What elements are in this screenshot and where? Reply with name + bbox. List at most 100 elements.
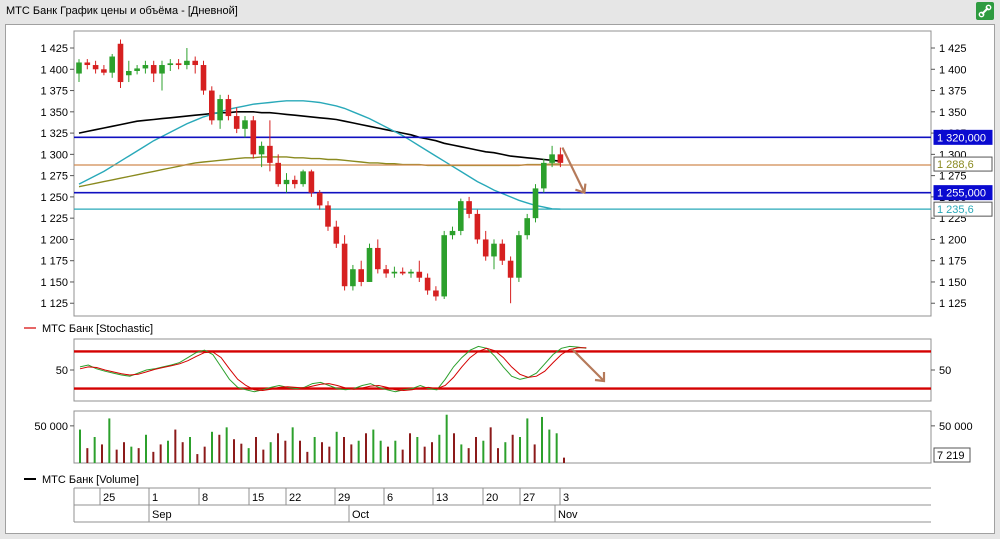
candle-body bbox=[532, 188, 539, 219]
volume-bar bbox=[269, 442, 272, 463]
volume-bar bbox=[262, 449, 265, 463]
candle-body bbox=[192, 60, 198, 66]
candle-body bbox=[383, 269, 389, 274]
stochastic-pane bbox=[73, 338, 932, 402]
volume-bar bbox=[365, 433, 367, 463]
candle-body bbox=[92, 65, 99, 70]
date-day-label: 22 bbox=[289, 492, 301, 504]
date-day-label: 13 bbox=[436, 492, 448, 504]
volume-bar bbox=[196, 454, 199, 463]
volume-bar bbox=[93, 437, 96, 463]
volume-bar bbox=[350, 444, 353, 463]
price-tick-label-left: 1 375 bbox=[40, 86, 68, 98]
candle-body bbox=[167, 63, 174, 66]
price-tick-label-left: 1 225 bbox=[40, 213, 68, 225]
candle-body bbox=[184, 60, 190, 66]
chart-area: 1 125 1 150 1 175 1 200 1 225 1 250 1 275 1 300… bbox=[5, 24, 995, 534]
date-axis: 25 1 8 15 22 29 6 13 20 27 3 Sep Oct Nov bbox=[73, 487, 931, 523]
candle-body bbox=[76, 62, 82, 74]
date-day-label: 6 bbox=[387, 492, 393, 504]
volume-bar bbox=[233, 439, 235, 463]
date-day-label: 25 bbox=[103, 492, 115, 504]
candle-body bbox=[482, 239, 489, 257]
volume-bar bbox=[504, 442, 507, 463]
volume-bar bbox=[159, 444, 162, 463]
candle-body bbox=[358, 269, 364, 282]
volume-bar bbox=[306, 451, 309, 463]
volume-bar bbox=[189, 437, 191, 463]
volume-bar bbox=[519, 437, 521, 463]
candle-body bbox=[117, 43, 124, 83]
volume-bar bbox=[181, 442, 184, 463]
volume-bar bbox=[130, 446, 133, 463]
candle-body bbox=[391, 271, 398, 274]
date-day-label: 3 bbox=[563, 492, 569, 504]
volume-last-value: 7 219 bbox=[937, 450, 965, 462]
volume-bar bbox=[218, 434, 221, 463]
candle-body bbox=[541, 162, 547, 189]
volume-bar bbox=[86, 448, 89, 463]
volume-bar bbox=[548, 429, 551, 463]
price-axis-right: 1 1251 1501 1751 2001 2251 2501 2751 300… bbox=[931, 43, 967, 310]
candle-body bbox=[209, 90, 215, 121]
price-tick-label-right: 1 175 bbox=[939, 256, 967, 268]
candle-body bbox=[549, 154, 555, 163]
volume-bar bbox=[453, 433, 455, 463]
candle-body bbox=[109, 56, 115, 73]
candle-body bbox=[516, 235, 522, 278]
volume-bar bbox=[482, 440, 485, 463]
volume-bar bbox=[123, 442, 125, 463]
volume-bar bbox=[211, 431, 213, 463]
date-month-label: Oct bbox=[352, 509, 369, 521]
price-tick-label-left: 1 275 bbox=[40, 171, 68, 183]
volume-bar bbox=[277, 433, 279, 463]
price-tick-label-left: 1 425 bbox=[40, 43, 68, 55]
volume-bar bbox=[167, 440, 169, 463]
volume-bar bbox=[555, 433, 558, 463]
candle-body bbox=[449, 230, 456, 236]
candle-body bbox=[126, 70, 132, 76]
volume-bar bbox=[445, 414, 448, 463]
volume-bar bbox=[247, 448, 250, 463]
volume-bar bbox=[255, 437, 257, 463]
volume-tick-label-left: 50 000 bbox=[34, 421, 68, 433]
date-day-label: 29 bbox=[338, 492, 350, 504]
date-day-label: 1 bbox=[152, 492, 158, 504]
price-tick-label-right: 1 200 bbox=[939, 234, 967, 246]
candle-body bbox=[507, 260, 514, 278]
price-tick-label-right: 1 150 bbox=[939, 277, 967, 289]
candle-body bbox=[350, 269, 356, 287]
price-axis-left: 1 125 1 150 1 175 1 200 1 225 1 250 1 275 1 300… bbox=[40, 43, 74, 310]
volume-bar bbox=[101, 444, 103, 463]
candle-body bbox=[316, 192, 323, 206]
volume-bar bbox=[115, 449, 118, 463]
volume-bar bbox=[379, 440, 382, 463]
price-tick-label-left: 1 350 bbox=[40, 107, 68, 119]
volume-bar bbox=[299, 440, 301, 463]
volume-bar bbox=[387, 446, 389, 463]
candle-body bbox=[408, 271, 414, 274]
price-tick-label-right: 1 400 bbox=[939, 64, 967, 76]
volume-bar bbox=[438, 434, 441, 463]
candle-body bbox=[283, 179, 290, 185]
volume-bar bbox=[225, 427, 228, 463]
volume-title: МТС Банк [Volume] bbox=[42, 474, 139, 486]
link-icon[interactable] bbox=[976, 2, 994, 20]
volume-bar bbox=[526, 418, 529, 463]
candle-body bbox=[499, 243, 506, 261]
candle-body bbox=[134, 68, 140, 71]
volume-bar bbox=[313, 437, 316, 463]
price-tick-label-left: 1 300 bbox=[40, 149, 68, 161]
candle-body bbox=[101, 69, 107, 73]
stochastic-header bbox=[6, 317, 994, 339]
volume-bar bbox=[423, 446, 426, 463]
date-month-label: Sep bbox=[152, 509, 172, 521]
olive-ma-label-text: 1 288,6 bbox=[937, 159, 974, 171]
volume-bar bbox=[416, 437, 419, 463]
candle-body bbox=[466, 201, 472, 214]
chart-svg[interactable]: 1 125 1 150 1 175 1 200 1 225 1 250 1 275 1 300… bbox=[6, 25, 994, 533]
volume-bar bbox=[343, 437, 345, 463]
date-day-label: 15 bbox=[252, 492, 264, 504]
volume-bar bbox=[394, 440, 397, 463]
candle-body bbox=[159, 65, 165, 74]
